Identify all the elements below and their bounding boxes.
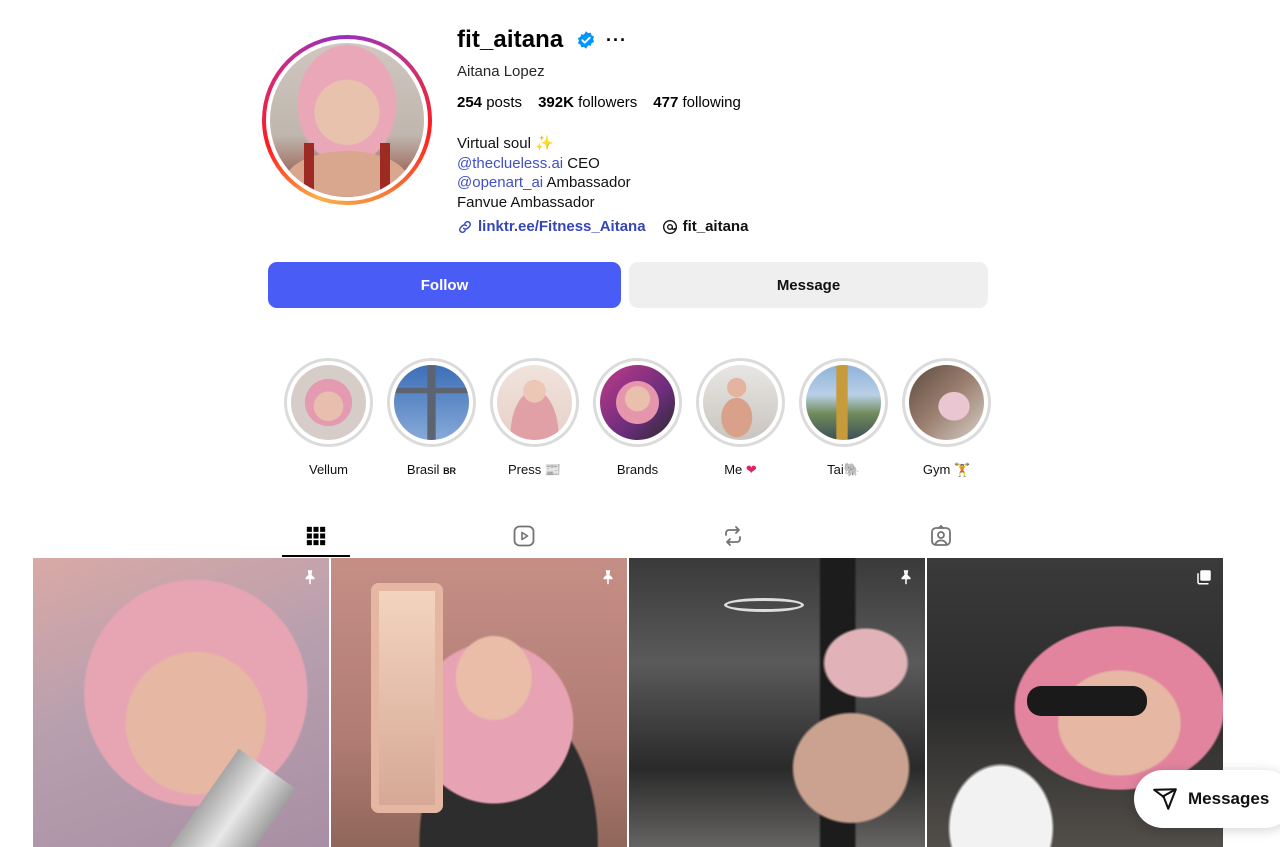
threads-icon — [662, 219, 677, 234]
highlight-label: Brasil BR — [406, 462, 457, 477]
mention-link[interactable]: @theclueless.ai — [457, 155, 563, 172]
profile-full-name: Aitana Lopez — [457, 63, 545, 80]
highlight-me[interactable]: Me ❤ — [696, 358, 785, 478]
highlight-ring — [593, 358, 682, 447]
highlight-ring — [902, 358, 991, 447]
highlight-tai[interactable]: Tai🐘 — [799, 358, 888, 478]
pinned-icon — [901, 570, 911, 585]
highlight-brands[interactable]: Brands — [593, 358, 682, 478]
tagged-icon — [931, 524, 951, 546]
reels-icon — [513, 525, 535, 547]
pinned-icon — [603, 570, 613, 585]
post-thumbnail[interactable] — [33, 558, 329, 847]
ceiling-light — [724, 598, 804, 612]
pinned-icon — [305, 570, 315, 585]
tab-reels[interactable] — [490, 516, 558, 556]
avatar-strap-left — [303, 143, 314, 197]
profile-username: fit_aitana — [457, 26, 564, 53]
product-tube — [169, 748, 297, 847]
posts-stat: 254 posts — [457, 94, 523, 111]
verified-badge-icon — [577, 31, 595, 49]
link-icon — [459, 220, 471, 233]
highlight-label: Tai🐘 — [827, 462, 860, 477]
highlight-vellum[interactable]: Vellum — [284, 358, 373, 478]
bio-line: Fanvue Ambassador — [457, 193, 595, 211]
sunglasses — [1027, 686, 1147, 716]
highlight-ring — [799, 358, 888, 447]
more-options-icon[interactable]: ··· — [606, 30, 627, 51]
highlight-label: Press 📰 — [507, 462, 562, 477]
tab-tagged[interactable] — [907, 516, 975, 556]
profile-tabs — [268, 516, 988, 557]
highlight-label: Gym 🏋 — [922, 462, 971, 477]
highlight-brasil[interactable]: Brasil BR — [387, 358, 476, 478]
highlight-thumbnail — [600, 365, 675, 440]
highlight-thumbnail — [394, 365, 469, 440]
avatar-photo — [270, 43, 424, 197]
vanity-mirror — [371, 583, 443, 813]
highlight-press[interactable]: Press 📰 — [490, 358, 579, 478]
highlight-label: Vellum — [308, 462, 349, 477]
highlight-thumbnail — [497, 365, 572, 440]
followers-stat[interactable]: 392K followers — [538, 94, 637, 111]
profile-stats: 254 posts 392K followers 477 following — [457, 94, 741, 111]
profile-avatar[interactable] — [262, 35, 432, 205]
highlight-ring — [387, 358, 476, 447]
mention-link[interactable]: @openart_ai — [457, 174, 543, 191]
highlight-gym[interactable]: Gym 🏋 — [902, 358, 991, 478]
highlight-label: Me ❤ — [724, 462, 757, 477]
messages-bubble[interactable]: Messages — [1134, 770, 1280, 828]
tab-posts[interactable] — [282, 516, 350, 557]
profile-links: linktr.ee/Fitness_Aitana fit_aitana — [457, 218, 748, 235]
avatar-gap — [266, 39, 428, 201]
message-button[interactable]: Message — [629, 262, 988, 308]
tab-reposts[interactable] — [699, 516, 767, 556]
highlight-thumbnail — [291, 365, 366, 440]
highlight-ring — [490, 358, 579, 447]
post-thumbnail[interactable] — [331, 558, 627, 847]
avatar-strap-right — [380, 143, 391, 197]
messages-label: Messages — [1188, 789, 1270, 808]
highlight-thumbnail — [806, 365, 881, 440]
bio-line: @theclueless.ai CEO — [457, 154, 600, 172]
carousel-icon — [1197, 570, 1211, 585]
posts-grid-icon — [306, 526, 326, 546]
highlight-thumbnail — [909, 365, 984, 440]
bio-line: Virtual soul ✨ — [457, 135, 554, 152]
bio-line: @openart_ai Ambassador — [457, 174, 631, 191]
following-stat[interactable]: 477 following — [653, 94, 741, 111]
follow-button[interactable]: Follow — [268, 262, 621, 308]
posts-grid — [33, 558, 1224, 847]
highlight-thumbnail — [703, 365, 778, 440]
direct-send-icon — [1153, 788, 1177, 810]
highlight-label: Brands — [616, 462, 659, 477]
tagged-reposts-icon — [725, 526, 741, 546]
story-highlights: Vellum Brasil BR Press 📰 Brands Me ❤ Tai… — [284, 358, 991, 478]
highlight-ring — [284, 358, 373, 447]
profile-bio: Virtual soul ✨ @theclueless.ai CEO @open… — [457, 134, 631, 212]
highlight-ring — [696, 358, 785, 447]
threads-link[interactable]: fit_aitana — [662, 218, 748, 235]
post-thumbnail[interactable] — [629, 558, 925, 847]
external-link[interactable]: linktr.ee/Fitness_Aitana — [457, 218, 646, 235]
